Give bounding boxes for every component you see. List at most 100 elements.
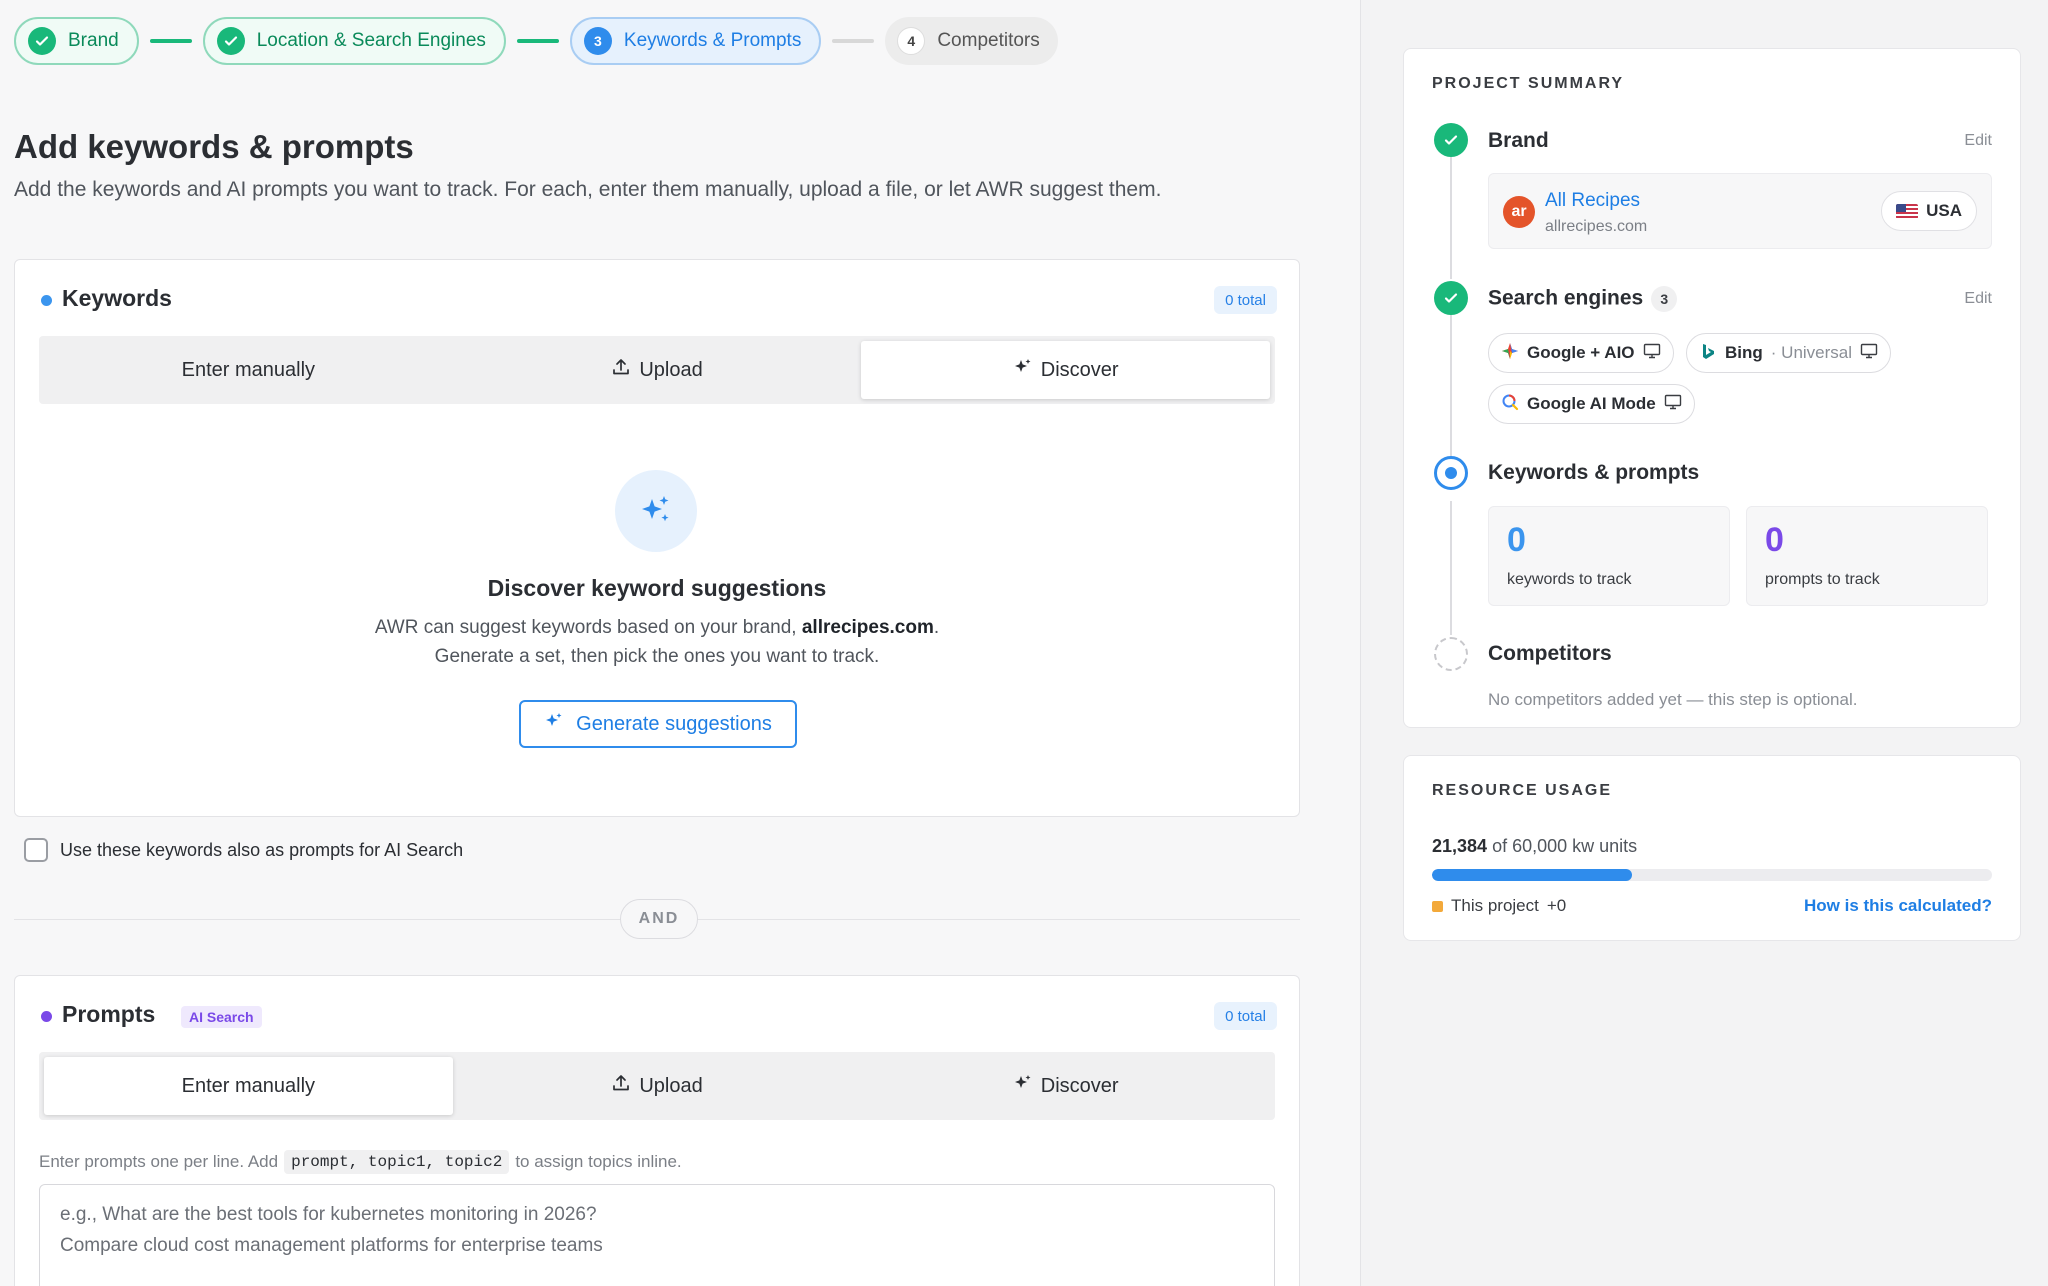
engine-chip-google-aio: Google + AIO	[1488, 333, 1674, 373]
tab-label: Upload	[639, 1074, 703, 1097]
generate-suggestions-label: Generate suggestions	[576, 712, 772, 735]
summary-kp-title: Keywords & prompts	[1488, 461, 1700, 484]
brand-card: ar All Recipes allrecipes.com USA	[1488, 173, 1992, 249]
tab-enter-manually[interactable]: Enter manually	[44, 1057, 453, 1115]
step-location-search-engines[interactable]: Location & Search Engines	[202, 17, 506, 65]
project-summary-heading: PROJECT SUMMARY	[1432, 75, 1625, 92]
check-icon	[1434, 281, 1468, 315]
placeholder-line: e.g., What are the best tools for kubern…	[60, 1204, 597, 1225]
engine-extra: · Universal	[1770, 343, 1853, 362]
tab-label: Enter manually	[181, 358, 316, 381]
step-connector	[516, 39, 559, 43]
bing-icon	[1699, 342, 1717, 365]
project-summary-panel: PROJECT SUMMARY Brand Edit ar All Recipe…	[1403, 48, 2021, 728]
hint-code: prompt, topic1, topic2	[284, 1150, 510, 1174]
summary-competitors-title: Competitors	[1488, 642, 1612, 665]
keywords-count: 0	[1507, 521, 1526, 559]
summary-brand-title: Brand	[1488, 129, 1549, 152]
prompts-hint: Enter prompts one per line. Add prompt, …	[39, 1150, 682, 1174]
prompts-input-mode-tabs: Enter manually Upload Discover	[39, 1052, 1275, 1120]
engine-name: Bing	[1725, 343, 1763, 362]
hint-prefix: Enter prompts one per line. Add	[39, 1152, 279, 1171]
how-calculated-link[interactable]: How is this calculated?	[1804, 896, 1992, 916]
and-divider-label: AND	[620, 899, 698, 939]
competitors-note: No competitors added yet — this step is …	[1488, 690, 1858, 709]
step-competitors[interactable]: 4 Competitors	[885, 17, 1058, 65]
prompts-count: 0	[1765, 521, 1784, 559]
legend-delta: +0	[1546, 896, 1567, 915]
step-number: 3	[583, 27, 612, 55]
sparkle-icon	[615, 470, 697, 552]
wizard-stepper: Brand Location & Search Engines 3 Keywor…	[14, 17, 1058, 65]
usage-legend: This project +0	[1432, 896, 1566, 916]
engines-count-badge: 3	[1651, 286, 1678, 312]
prompts-title: Prompts	[62, 1001, 156, 1027]
sparkle-icon	[1013, 357, 1033, 383]
hint-suffix: to assign topics inline.	[515, 1152, 682, 1171]
resource-usage-heading: RESOURCE USAGE	[1432, 782, 1613, 799]
step-label: Brand	[68, 30, 119, 51]
step-label: Competitors	[937, 30, 1040, 51]
also-prompts-row: Use these keywords also as prompts for A…	[24, 838, 463, 862]
timeline-line	[1450, 315, 1452, 465]
step-label: Location & Search Engines	[256, 30, 486, 51]
step-brand[interactable]: Brand	[14, 17, 139, 65]
keywords-total-badge: 0 total	[1214, 286, 1277, 314]
prompts-textarea[interactable]: e.g., What are the best tools for kubern…	[39, 1184, 1275, 1286]
tab-discover[interactable]: Discover	[861, 341, 1271, 399]
prompts-count-box: 0 prompts to track	[1746, 506, 1988, 606]
legend-label: This project	[1451, 896, 1539, 915]
edit-brand-link[interactable]: Edit	[1964, 132, 1992, 150]
usage-progress-fill	[1432, 869, 1632, 881]
brand-name-link[interactable]: All Recipes	[1545, 190, 1640, 212]
step-connector	[149, 39, 192, 43]
tab-label: Upload	[639, 358, 703, 381]
generate-suggestions-button[interactable]: Generate suggestions	[519, 700, 797, 748]
prompts-total-badge: 0 total	[1214, 1002, 1277, 1030]
discover-text-brand: allrecipes.com	[801, 617, 934, 638]
brand-domain: allrecipes.com	[1545, 218, 1648, 235]
step-connector	[832, 39, 875, 43]
prompts-count-label: prompts to track	[1765, 571, 1880, 588]
brand-logo: ar	[1503, 196, 1535, 228]
usage-progress-bar	[1432, 869, 1992, 881]
keywords-title: Keywords	[62, 285, 172, 311]
discover-text-line2: Generate a set, then pick the ones you w…	[434, 646, 880, 667]
tab-label: Enter manually	[181, 1074, 316, 1097]
desktop-icon	[1664, 393, 1682, 416]
discover-empty-text: AWR can suggest keywords based on your b…	[15, 613, 1299, 671]
sparkle-icon	[544, 711, 564, 737]
discover-text-prefix: AWR can suggest keywords based on your b…	[374, 617, 802, 638]
desktop-icon	[1643, 342, 1661, 365]
engine-chip-google-ai-mode: Google AI Mode	[1488, 384, 1695, 424]
discover-empty-title: Discover keyword suggestions	[487, 575, 827, 601]
ai-search-badge: AI Search	[181, 1006, 262, 1028]
also-prompts-checkbox[interactable]	[24, 838, 48, 862]
current-step-icon	[1434, 456, 1468, 490]
page-title: Add keywords & prompts	[14, 128, 414, 165]
tab-upload[interactable]: Upload	[453, 1057, 862, 1115]
edit-engines-link[interactable]: Edit	[1964, 290, 1992, 308]
discover-text-suffix: .	[933, 617, 940, 638]
tab-upload[interactable]: Upload	[453, 341, 862, 399]
legend-swatch	[1432, 900, 1443, 912]
engines-title-label: Search engines	[1488, 286, 1644, 310]
resource-usage-text: 21,384 of 60,000 kw units	[1432, 836, 1637, 857]
check-icon	[1434, 123, 1468, 157]
tab-enter-manually[interactable]: Enter manually	[44, 341, 453, 399]
step-keywords-prompts[interactable]: 3 Keywords & Prompts	[569, 17, 822, 65]
country-badge: USA	[1881, 191, 1977, 231]
tab-label: Discover	[1040, 1074, 1119, 1097]
page-subtitle: Add the keywords and AI prompts you want…	[14, 178, 1162, 201]
step-label: Keywords & Prompts	[623, 30, 802, 51]
check-icon	[216, 27, 245, 55]
tab-discover[interactable]: Discover	[861, 1057, 1270, 1115]
pending-step-icon	[1434, 637, 1468, 671]
units-total: of 60,000 kw units	[1492, 836, 1638, 856]
placeholder-line: Compare cloud cost management platforms …	[60, 1235, 603, 1256]
engine-name: Google + AIO	[1527, 343, 1635, 362]
upload-icon	[611, 1073, 631, 1099]
sparkle-icon	[1013, 1073, 1033, 1099]
desktop-icon	[1860, 342, 1878, 365]
summary-engines-title: Search engines 3	[1488, 286, 1678, 312]
